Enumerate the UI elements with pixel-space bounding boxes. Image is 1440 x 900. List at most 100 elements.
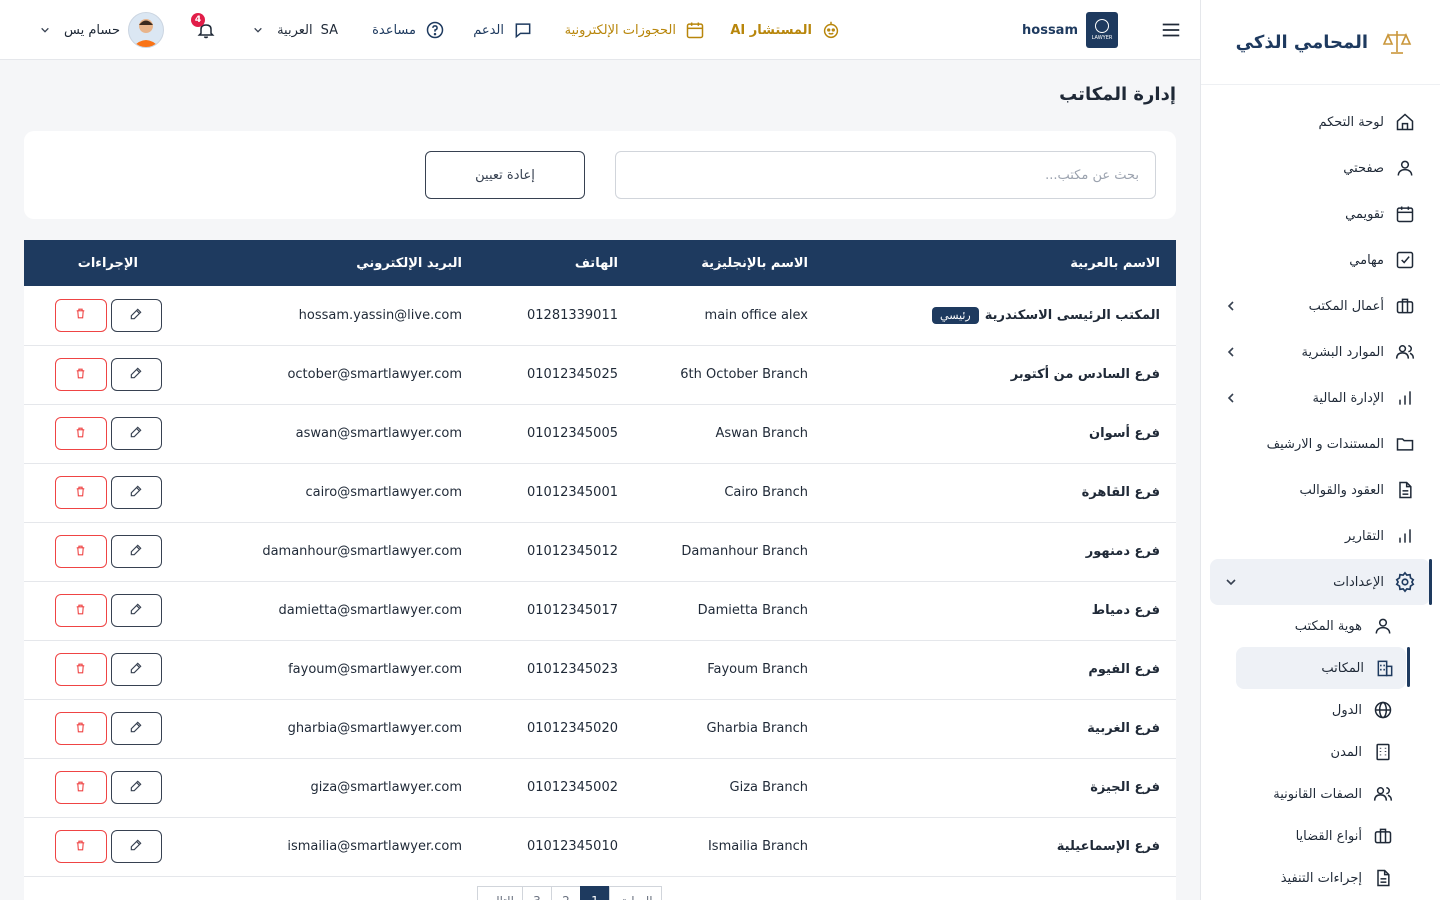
edit-button[interactable] bbox=[110, 476, 162, 509]
cell-actions bbox=[24, 463, 178, 522]
delete-button[interactable] bbox=[55, 830, 107, 863]
sidebar-item-reports[interactable]: التقارير bbox=[1200, 513, 1440, 559]
e-bookings-link[interactable]: الحجوزات الإلكترونية bbox=[565, 0, 706, 60]
sidebar-item-hr[interactable]: الموارد البشرية bbox=[1200, 329, 1440, 375]
sidebar-subitem-case-types[interactable]: أنواع القضايا bbox=[1200, 815, 1440, 857]
cell-name-en: Aswan Branch bbox=[715, 426, 809, 441]
trash-icon bbox=[74, 662, 87, 678]
brand-name: المحامي الذكي bbox=[1235, 31, 1368, 53]
sidebar-item-dashboard[interactable]: لوحة التحكم bbox=[1200, 99, 1440, 145]
brand[interactable]: المحامي الذكي bbox=[1201, 0, 1440, 85]
sidebar-item-label: إجراءات التنفيذ bbox=[1280, 870, 1362, 886]
delete-button[interactable] bbox=[55, 358, 107, 391]
column-header-phone[interactable]: الهاتف bbox=[478, 240, 634, 286]
table-row[interactable]: المكتب الرئيسى الاسكندرية رئيسي main offic… bbox=[24, 286, 1176, 345]
column-header-email[interactable]: البريد الإلكتروني bbox=[178, 240, 478, 286]
sidebar-item-settings[interactable]: الإعدادات bbox=[1210, 559, 1432, 605]
row-actions bbox=[40, 417, 162, 450]
pager-prev[interactable]: السابق bbox=[608, 886, 662, 900]
cell-name-ar: فرع الفيوم bbox=[824, 640, 1176, 699]
pager-page-2[interactable]: 2 bbox=[550, 886, 581, 900]
support-link[interactable]: الدعم bbox=[473, 0, 534, 60]
table-body: المكتب الرئيسى الاسكندرية رئيسي main offic… bbox=[24, 286, 1176, 876]
sidebar-item-label: الموارد البشرية bbox=[1301, 344, 1384, 360]
sidebar-item-contracts[interactable]: العقود والقوالب bbox=[1200, 467, 1440, 513]
edit-button[interactable] bbox=[110, 535, 162, 568]
trash-icon bbox=[74, 603, 87, 619]
delete-button[interactable] bbox=[55, 712, 107, 745]
reset-button[interactable]: إعادة تعيين bbox=[425, 151, 585, 199]
table-row[interactable]: فرع الغربية Gharbia Branch 01012345020 ghar… bbox=[24, 699, 1176, 758]
table-row[interactable]: فرع الإسماعيلية Ismailia Branch 0101234501… bbox=[24, 817, 1176, 876]
delete-button[interactable] bbox=[55, 298, 107, 332]
sidebar-item-office-work[interactable]: أعمال المكتب bbox=[1200, 283, 1440, 329]
pager-page-1[interactable]: 1 bbox=[579, 886, 610, 900]
sidebar-subitem-cities[interactable]: المدن bbox=[1200, 731, 1440, 773]
pager-next[interactable]: التالي bbox=[477, 886, 523, 900]
table-row[interactable]: فرع القاهرة Cairo Branch 01012345001 cairo@… bbox=[24, 463, 1176, 522]
help-link[interactable]: مساعدة bbox=[372, 0, 446, 60]
table-row[interactable]: فرع السادس من أكتوبر 6th October Branch 01… bbox=[24, 345, 1176, 404]
delete-button[interactable] bbox=[55, 653, 107, 686]
sidebar-item-calendar[interactable]: تقويمي bbox=[1200, 191, 1440, 237]
edit-button[interactable] bbox=[110, 298, 162, 332]
edit-button[interactable] bbox=[110, 594, 162, 627]
column-header-name-en[interactable]: الاسم بالإنجليزية bbox=[634, 240, 824, 286]
office-name-ar: فرع دمنهور bbox=[1085, 544, 1160, 559]
cell-email: gharbia@smartlawyer.com bbox=[287, 721, 462, 736]
table-row[interactable]: فرع دمنهور Damanhour Branch 01012345012 dam… bbox=[24, 522, 1176, 581]
cell-name-ar: فرع القاهرة bbox=[824, 463, 1176, 522]
cell-phone: 01012345020 bbox=[527, 721, 618, 736]
sidebar-item-label: مهامي bbox=[1349, 252, 1384, 268]
edit-button[interactable] bbox=[110, 771, 162, 804]
edit-button[interactable] bbox=[110, 653, 162, 686]
edit-button[interactable] bbox=[110, 712, 162, 745]
cell-name-en: Gharbia Branch bbox=[706, 721, 808, 736]
sidebar-item-label: أعمال المكتب bbox=[1308, 298, 1384, 314]
user-profile-menu[interactable]: حسام يس bbox=[34, 0, 164, 60]
language-selector[interactable]: SA العربية bbox=[247, 0, 338, 60]
delete-button[interactable] bbox=[55, 771, 107, 804]
edit-button[interactable] bbox=[110, 830, 162, 863]
cell-email: damietta@smartlawyer.com bbox=[278, 603, 462, 618]
delete-button[interactable] bbox=[55, 476, 107, 509]
menu-toggle-button[interactable] bbox=[1160, 0, 1182, 60]
sidebar-item-documents[interactable]: المستندات و الارشيف bbox=[1200, 421, 1440, 467]
cell-name-en: Cairo Branch bbox=[724, 485, 808, 500]
trash-icon bbox=[74, 426, 87, 442]
sidebar-item-label: المستندات و الارشيف bbox=[1266, 436, 1384, 452]
sidebar-subitem-office-identity[interactable]: هوية المكتب bbox=[1200, 605, 1440, 647]
sidebar-subitem-legal-capacities[interactable]: الصفات القانونية bbox=[1200, 773, 1440, 815]
table-row[interactable]: فرع دمياط Damietta Branch 01012345017 damie… bbox=[24, 581, 1176, 640]
edit-icon bbox=[129, 543, 143, 560]
settings-submenu: هوية المكتب المكاتب الدول المدن الصفات ا… bbox=[1200, 605, 1440, 899]
delete-button[interactable] bbox=[55, 417, 107, 450]
ai-advisor-link[interactable]: المستشار AI bbox=[730, 0, 842, 60]
notification-count-badge: 4 bbox=[191, 13, 205, 27]
table-row[interactable]: فرع الفيوم Fayoum Branch 01012345023 fayoum… bbox=[24, 640, 1176, 699]
notifications-button[interactable]: 4 bbox=[191, 0, 217, 60]
sidebar-item-my-page[interactable]: صفحتي bbox=[1200, 145, 1440, 191]
edit-icon bbox=[129, 779, 143, 796]
edit-button[interactable] bbox=[110, 417, 162, 450]
office-name-ar: فرع الفيوم bbox=[1088, 662, 1160, 677]
row-actions bbox=[40, 476, 162, 509]
edit-icon bbox=[129, 307, 143, 324]
sidebar-item-tasks[interactable]: مهامي bbox=[1200, 237, 1440, 283]
pager-page-3[interactable]: 3 bbox=[521, 886, 552, 900]
office-profile[interactable]: LAWYER hossam bbox=[1022, 0, 1118, 60]
cell-phone: 01012345017 bbox=[527, 603, 618, 618]
delete-button[interactable] bbox=[55, 535, 107, 568]
search-input[interactable] bbox=[615, 151, 1156, 199]
edit-button[interactable] bbox=[110, 358, 162, 391]
table-row[interactable]: فرع الجيزة Giza Branch 01012345002 giza@sma… bbox=[24, 758, 1176, 817]
delete-button[interactable] bbox=[55, 594, 107, 627]
sidebar-subitem-countries[interactable]: الدول bbox=[1200, 689, 1440, 731]
column-header-name-ar[interactable]: الاسم بالعربية bbox=[824, 240, 1176, 286]
sidebar-subitem-offices[interactable]: المكاتب bbox=[1236, 647, 1410, 689]
table-row[interactable]: فرع أسوان Aswan Branch 01012345005 aswan@sm… bbox=[24, 404, 1176, 463]
sidebar-item-finance[interactable]: الإدارة المالية bbox=[1200, 375, 1440, 421]
support-label: الدعم bbox=[473, 22, 504, 38]
sidebar-subitem-execution-procedures[interactable]: إجراءات التنفيذ bbox=[1200, 857, 1440, 899]
scales-icon bbox=[1380, 25, 1414, 59]
